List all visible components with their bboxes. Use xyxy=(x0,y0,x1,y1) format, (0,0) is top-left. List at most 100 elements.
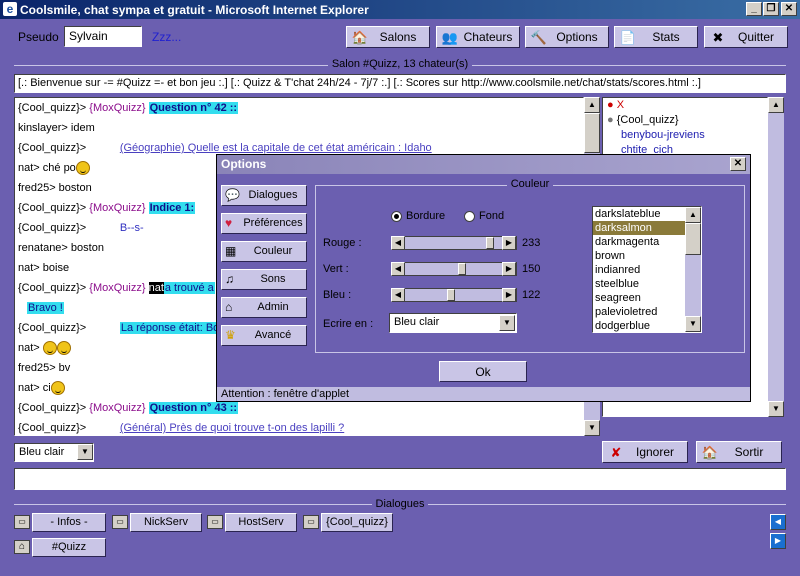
scroll-up-arrow-icon[interactable]: ▲ xyxy=(584,97,600,113)
ecrire-label: Ecrire en : xyxy=(323,318,374,330)
topic-bar: [.: Bienvenue sur -= #Quizz =- et bon je… xyxy=(14,74,786,93)
scroll-down-arrow-icon[interactable]: ▼ xyxy=(768,401,784,417)
slider-left-arrow-icon[interactable]: ◀ xyxy=(391,288,405,302)
user-item[interactable]: ● {Cool_quizz} xyxy=(603,113,767,128)
scroll-thumb[interactable] xyxy=(584,113,600,153)
speaker-icon: ♫ xyxy=(225,272,234,286)
close-button[interactable]: ✕ xyxy=(781,2,797,16)
scroll-right-arrow-icon[interactable]: ▶ xyxy=(770,533,786,549)
smiley-icon xyxy=(56,341,71,356)
applet-status: Attention : fenêtre d'applet xyxy=(217,387,750,401)
scroll-left-arrow-icon[interactable]: ◀ xyxy=(770,514,786,530)
user-item[interactable]: benybou-jreviens xyxy=(603,128,767,143)
tab-dialogues[interactable]: 💬 Dialogues xyxy=(221,185,307,206)
user-list-scrollbar[interactable]: ▲ ▼ xyxy=(768,97,784,417)
window-icon: ▭ xyxy=(207,515,223,529)
stats-button[interactable]: 📄 Stats xyxy=(614,26,698,48)
maximize-button[interactable]: ❐ xyxy=(763,2,779,16)
window-icon: ▭ xyxy=(303,515,319,529)
options-title-bar: Options ✕ xyxy=(217,155,750,174)
zzz-link[interactable]: Zzz... xyxy=(152,30,181,44)
rouge-label: Rouge : xyxy=(323,237,362,249)
ok-button[interactable]: Ok xyxy=(439,361,527,382)
scroll-down-arrow-icon[interactable]: ▼ xyxy=(584,420,600,436)
tab-couleur[interactable]: ▦ Couleur xyxy=(221,241,307,262)
dialog-tab-hostserv[interactable]: HostServ xyxy=(225,513,297,532)
color-select[interactable]: Bleu clair ▼ xyxy=(14,443,94,462)
document-icon: 📄 xyxy=(619,30,637,45)
exit-house-icon: 🏠 xyxy=(701,445,719,460)
chevron-down-icon[interactable]: ▼ xyxy=(77,444,93,460)
scroll-up-arrow-icon[interactable]: ▲ xyxy=(768,97,784,113)
house-icon: 🏠 xyxy=(351,30,369,45)
house-icon: ⌂ xyxy=(225,300,233,314)
dialog-tab-cool-quizz[interactable]: {Cool_quizz} xyxy=(321,513,393,532)
user-status-icon: ● xyxy=(607,99,614,111)
ie-icon: e xyxy=(3,2,17,16)
slider-knob[interactable] xyxy=(486,237,494,249)
color-name-list[interactable]: darkslateblue darksalmon darkmagenta bro… xyxy=(592,206,702,333)
chat-line: kinslayer> idem xyxy=(18,122,95,134)
heart-icon: ♥ xyxy=(225,216,233,230)
speech-bubble-icon: 💬 xyxy=(225,188,240,202)
options-button[interactable]: 🔨 Options xyxy=(525,26,609,48)
dialog-tab-nickserv[interactable]: NickServ xyxy=(130,513,202,532)
radio-fond[interactable] xyxy=(464,211,475,222)
bleu-value: 122 xyxy=(522,289,541,301)
pseudo-label: Pseudo xyxy=(18,30,59,44)
slider-left-arrow-icon[interactable]: ◀ xyxy=(391,236,405,250)
chat-line: {Cool_quizz}> {MoxQuizz} Question n° 42 … xyxy=(18,102,239,114)
tab-sons[interactable]: ♫ Sons xyxy=(221,269,307,290)
slider-knob[interactable] xyxy=(447,289,455,301)
tab-preferences[interactable]: ♥ Préférences xyxy=(221,213,307,234)
scroll-thumb[interactable] xyxy=(685,223,701,255)
bleu-label: Bleu : xyxy=(323,289,352,301)
message-input[interactable] xyxy=(14,468,786,490)
slider-right-arrow-icon[interactable]: ▶ xyxy=(502,262,516,276)
smiley-icon xyxy=(75,161,90,176)
house-icon: ⌂ xyxy=(14,540,30,554)
dialog-tab-infos[interactable]: - Infos - xyxy=(32,513,106,532)
scroll-up-arrow-icon[interactable]: ▲ xyxy=(685,207,701,223)
smiley-icon xyxy=(42,341,57,356)
window-icon: ▭ xyxy=(112,515,128,529)
quitter-button[interactable]: ✖ Quitter xyxy=(704,26,788,48)
tab-avance[interactable]: ♛ Avancé xyxy=(221,325,307,346)
minimize-button[interactable]: _ xyxy=(746,2,762,16)
smiley-icon xyxy=(50,381,65,396)
question-link[interactable]: (Géographie) Quelle est la capitale de c… xyxy=(120,142,432,154)
slider-knob[interactable] xyxy=(458,263,466,275)
hammer-icon: 🔨 xyxy=(530,30,548,45)
couleur-group-title: Couleur xyxy=(506,178,554,190)
window-icon: ▭ xyxy=(14,515,30,529)
tab-admin[interactable]: ⌂ Admin xyxy=(221,297,307,318)
slider-right-arrow-icon[interactable]: ▶ xyxy=(502,236,516,250)
rouge-slider[interactable]: ◀ ▶ xyxy=(391,236,517,250)
dialogues-header: Dialogues xyxy=(371,498,429,510)
user-item[interactable]: ● X xyxy=(603,98,767,113)
scroll-down-arrow-icon[interactable]: ▼ xyxy=(685,316,701,332)
chevron-down-icon[interactable]: ▼ xyxy=(499,315,515,331)
room-tab-quizz[interactable]: #Quizz xyxy=(32,538,106,557)
chat-line: {Cool_quizz}> (Général) Près de quoi tro… xyxy=(18,422,345,434)
question-link[interactable]: (Général) Près de quoi trouve t-on des l… xyxy=(120,422,344,434)
sortir-button[interactable]: 🏠 Sortir xyxy=(696,441,782,463)
radio-fond-label: Fond xyxy=(479,210,505,222)
ignorer-button[interactable]: ✘ Ignorer xyxy=(602,441,688,463)
options-title: Options xyxy=(221,157,267,171)
vert-slider[interactable]: ◀ ▶ xyxy=(391,262,517,276)
ignore-icon: ✘ xyxy=(610,445,622,460)
options-close-button[interactable]: ✕ xyxy=(730,157,746,171)
bleu-slider[interactable]: ◀ ▶ xyxy=(391,288,517,302)
slider-right-arrow-icon[interactable]: ▶ xyxy=(502,288,516,302)
slider-left-arrow-icon[interactable]: ◀ xyxy=(391,262,405,276)
radio-bordure[interactable] xyxy=(391,211,402,222)
pseudo-input[interactable]: Sylvain xyxy=(64,26,142,47)
color-list-scrollbar[interactable]: ▲ ▼ xyxy=(685,207,701,332)
user-status-icon: ● xyxy=(607,114,614,126)
chateurs-button[interactable]: 👥 Chateurs xyxy=(436,26,520,48)
salons-button[interactable]: 🏠 Salons xyxy=(346,26,430,48)
ecrire-select[interactable]: Bleu clair ▼ xyxy=(389,313,517,333)
users-icon: 👥 xyxy=(441,30,459,45)
salon-header: Salon #Quizz, 13 chateur(s) xyxy=(327,58,473,70)
